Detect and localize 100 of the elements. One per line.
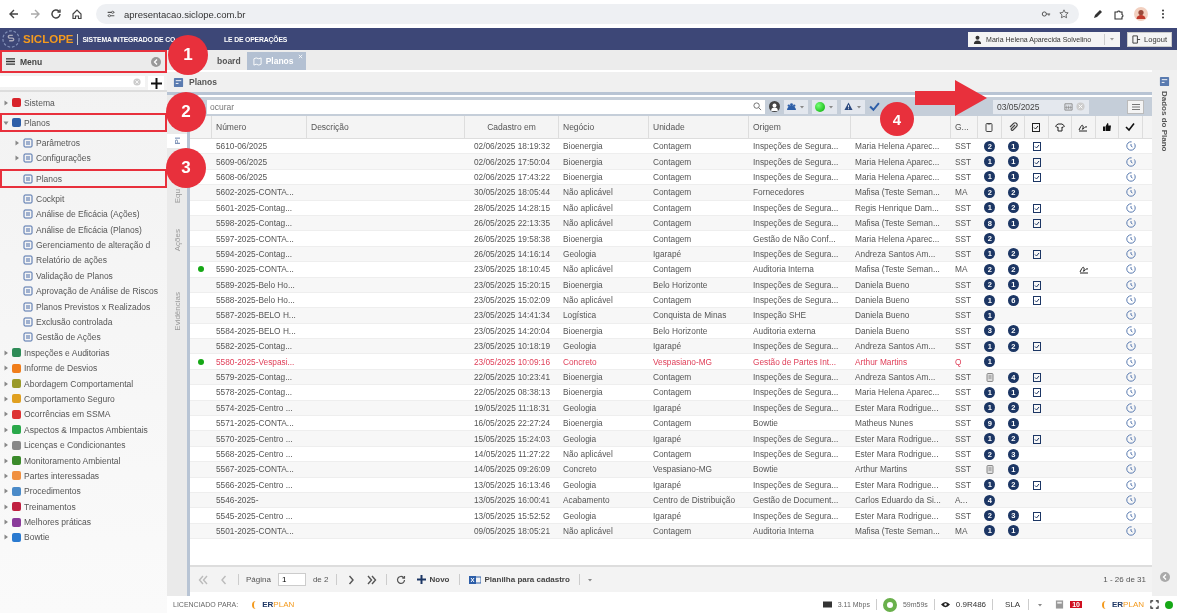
history-icon[interactable] [1125,479,1136,490]
menu-item[interactable]: Configurações [0,150,167,167]
menu-item[interactable]: Validação de Planos [0,268,167,284]
expander-icon[interactable] [3,349,9,356]
key-icon[interactable] [1041,9,1051,19]
checklist-icon[interactable] [1031,171,1042,182]
menu-item[interactable]: Aspectos & Impactos Ambientais [0,422,167,438]
history-icon[interactable] [1125,187,1136,198]
search-icon[interactable] [753,102,762,111]
menu-item[interactable]: Análise de Eficácia (Ações) [0,206,167,222]
history-icon[interactable] [1125,264,1136,275]
calculator-icon[interactable] [1055,600,1065,609]
expander-icon[interactable] [3,457,9,464]
star-icon[interactable] [1059,9,1069,19]
menu-item[interactable]: Planos [0,169,167,189]
checklist-icon[interactable] [1031,387,1042,398]
menu-item[interactable]: Comportamento Seguro [0,391,167,407]
checklist-icon[interactable] [1031,402,1042,413]
history-icon[interactable] [1125,325,1136,336]
last-page-button[interactable] [364,574,379,585]
avatar-icon[interactable] [1134,7,1148,21]
menu-item[interactable]: Melhores práticas [0,514,167,530]
menu-item[interactable]: Análise de Eficácia (Planos) [0,221,167,238]
site-settings-icon[interactable] [106,9,116,19]
expander-icon[interactable] [3,519,9,526]
checklist-icon[interactable] [1031,479,1042,490]
checklist-icon[interactable] [1031,341,1042,352]
column-header[interactable]: Origem [749,116,851,138]
expander-icon[interactable] [3,411,9,418]
menu-search-field[interactable] [0,76,145,87]
menu-item[interactable]: Cockpit [0,191,167,207]
columns-menu-button[interactable] [1127,99,1144,114]
history-icon[interactable] [1125,525,1136,536]
history-icon[interactable] [1125,279,1136,290]
menu-item[interactable]: Relatório de ações [0,252,167,269]
expander-icon[interactable] [3,534,9,541]
history-icon[interactable] [1125,510,1136,521]
history-icon[interactable] [1125,402,1136,413]
column-header[interactable]: Unidade [649,116,749,138]
expander-icon[interactable] [3,119,9,126]
menu-item[interactable]: Sistema [0,95,167,111]
collapse-icon[interactable] [151,56,161,67]
expander-icon[interactable] [3,380,9,387]
history-icon[interactable] [1125,295,1136,306]
history-icon[interactable] [1125,433,1136,444]
alert-filter-dropdown[interactable] [841,99,865,114]
person-filter-icon[interactable] [769,101,780,112]
new-button[interactable]: Novo [414,575,452,584]
expander-icon[interactable] [14,155,20,162]
checklist-icon[interactable] [1031,279,1042,290]
expander-icon[interactable] [3,365,9,372]
column-header[interactable]: Descrição [307,116,465,138]
menu-item[interactable]: Procedimentos [0,483,167,499]
history-icon[interactable] [1125,464,1136,475]
menu-item[interactable]: Informe de Desvios [0,360,167,376]
expander-icon[interactable] [14,140,20,147]
menu-item[interactable]: Aprovação de Análise de Riscos [0,283,167,299]
clipboard-icon[interactable] [984,464,995,475]
history-icon[interactable] [1125,171,1136,182]
menu-item[interactable]: Partes interessadas [0,468,167,484]
home-icon[interactable] [71,8,83,20]
tab[interactable]: board [211,52,247,70]
expander-icon[interactable] [3,426,9,433]
menu-item[interactable]: Abordagem Comportamental [0,375,167,392]
menu-item[interactable]: Treinamentos [0,499,167,515]
menu-item[interactable]: Parâmetros [0,135,167,151]
history-icon[interactable] [1125,449,1136,459]
pen-icon[interactable] [1092,8,1104,20]
expander-icon[interactable] [3,99,9,106]
expander-icon[interactable] [3,472,9,479]
reload-icon[interactable] [50,8,62,20]
checklist-icon[interactable] [1031,141,1042,152]
spreadsheet-button[interactable]: Planilha para cadastro [466,574,572,585]
signature-icon[interactable] [1078,264,1089,275]
column-header[interactable]: Negócio [559,116,649,138]
checklist-icon[interactable] [1031,433,1042,444]
history-icon[interactable] [1125,233,1136,244]
history-icon[interactable] [1125,418,1136,429]
menu-item[interactable]: Exclusão controlada [0,314,167,330]
fullscreen-icon[interactable] [1150,600,1159,609]
checklist-icon[interactable] [1031,510,1042,521]
calendar-icon[interactable] [1064,102,1073,111]
checklist-icon[interactable] [1031,295,1042,306]
expander-icon[interactable] [3,442,9,449]
expander-icon[interactable] [3,488,9,495]
puzzle-icon[interactable] [1113,8,1125,20]
menu-item[interactable]: Licenças e Condicionantes [0,437,167,453]
first-page-button[interactable] [196,574,210,585]
checklist-icon[interactable] [1031,248,1042,259]
checklist-icon[interactable] [1031,202,1042,213]
history-icon[interactable] [1125,310,1136,321]
forward-icon[interactable] [29,8,41,20]
checklist-icon[interactable] [1031,372,1042,383]
menu-item[interactable]: Bowtie [0,529,167,546]
menu-item[interactable]: Gerenciamento de alteração d [0,237,167,253]
history-icon[interactable] [1125,356,1136,367]
column-header[interactable]: G... [951,116,978,138]
expander-icon[interactable] [3,395,9,402]
menu-item[interactable]: Planos Previstos x Realizados [0,298,167,315]
team-filter-dropdown[interactable] [784,99,808,114]
